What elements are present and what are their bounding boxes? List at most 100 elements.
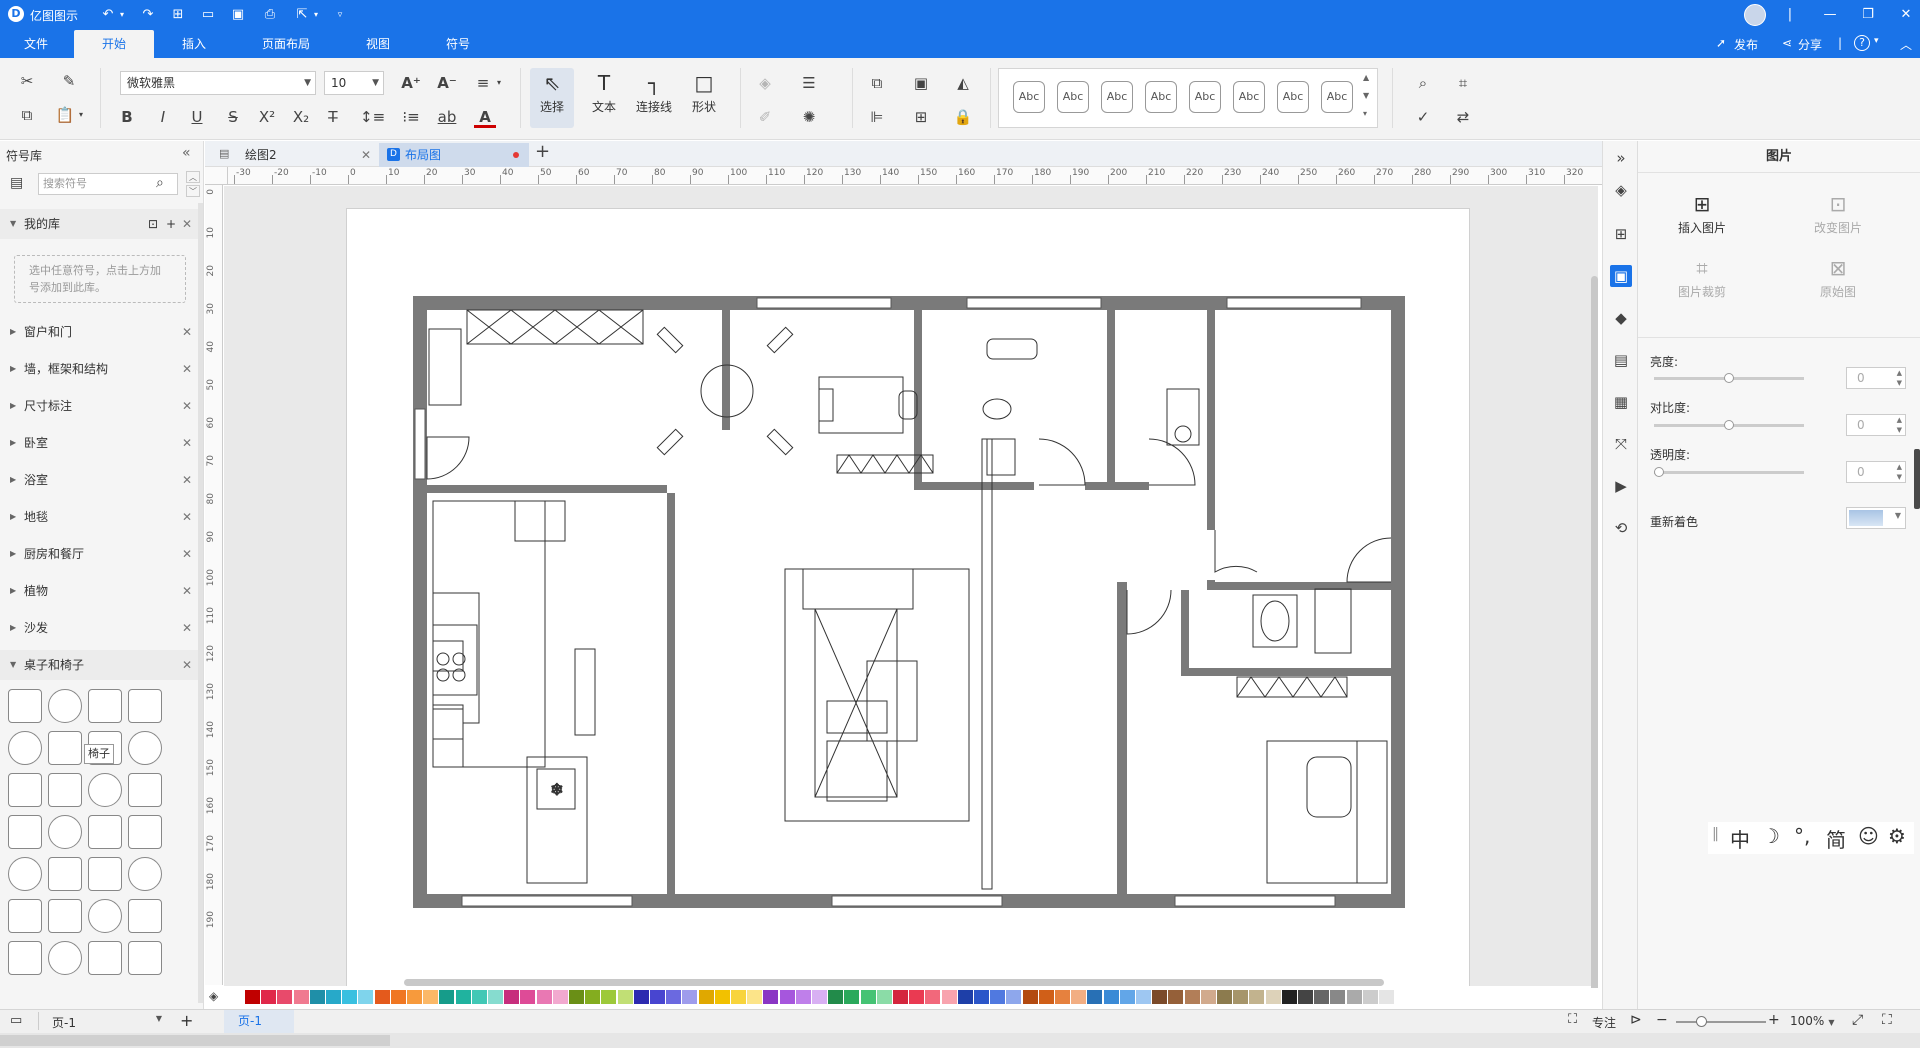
style-sample[interactable]: Abc: [1145, 81, 1177, 113]
chair-table-symbol[interactable]: [128, 773, 162, 807]
help-icon[interactable]: ?: [1854, 35, 1870, 51]
color-swatch[interactable]: [1055, 990, 1070, 1004]
tab-view[interactable]: 视图: [348, 30, 408, 58]
category-bedroom[interactable]: ▶ 卧室 ✕: [0, 428, 198, 458]
color-swatch[interactable]: [261, 990, 277, 1004]
effects-icon[interactable]: ✺: [798, 106, 820, 128]
doc-tab-layout[interactable]: D 布局图: [379, 143, 529, 167]
color-swatch[interactable]: [1136, 990, 1151, 1004]
group-icon[interactable]: ▣: [910, 72, 932, 94]
color-swatch[interactable]: [1200, 990, 1216, 1004]
shape-tool-button[interactable]: □ 形状: [682, 68, 726, 128]
color-swatch[interactable]: [1006, 990, 1022, 1004]
floor-plan-diagram[interactable]: ❄: [347, 209, 1471, 986]
tab-file[interactable]: 文件: [8, 30, 64, 58]
chair-table-symbol[interactable]: [48, 773, 82, 807]
align-dropdown-icon[interactable]: ▾: [488, 72, 510, 94]
category-tables-chairs[interactable]: ▼ 桌子和椅子 ✕: [0, 650, 198, 680]
zoom-in-icon[interactable]: +: [1768, 1012, 1780, 1028]
spinner-icon[interactable]: ▲ ▼: [1897, 415, 1902, 435]
color-swatch[interactable]: [1103, 990, 1119, 1004]
color-swatch[interactable]: [893, 990, 908, 1004]
zoom-knob[interactable]: [1696, 1016, 1707, 1027]
fullscreen-icon[interactable]: ⛶: [1882, 1012, 1892, 1028]
paste-dropdown-icon[interactable]: ▾: [70, 104, 92, 126]
page-icon[interactable]: ▤: [1610, 349, 1632, 371]
color-swatch[interactable]: [245, 990, 260, 1004]
fill-bucket-icon[interactable]: ◈: [209, 989, 218, 1003]
close-icon[interactable]: ✕: [182, 539, 192, 569]
color-swatch[interactable]: [293, 990, 309, 1004]
color-swatch[interactable]: [569, 990, 584, 1004]
image-icon[interactable]: ▣: [1610, 265, 1632, 287]
scroll-up-icon[interactable]: ︿: [186, 171, 200, 183]
gallery-up-icon[interactable]: ▲: [1363, 73, 1369, 82]
restore-icon[interactable]: ❐: [1856, 6, 1880, 24]
color-swatch[interactable]: [617, 990, 633, 1004]
gallery-more-icon[interactable]: ▾: [1363, 109, 1367, 118]
color-swatch[interactable]: [1038, 990, 1054, 1004]
search-icon[interactable]: ⌕: [156, 175, 164, 191]
color-swatch[interactable]: [1249, 990, 1265, 1004]
color-swatch[interactable]: [439, 990, 455, 1004]
style-sample[interactable]: Abc: [1233, 81, 1265, 113]
add-icon[interactable]: +: [166, 209, 176, 239]
style-sample[interactable]: Abc: [1013, 81, 1045, 113]
category-sofa[interactable]: ▶ 沙发 ✕: [0, 613, 198, 643]
share-button[interactable]: 分享: [1798, 36, 1822, 53]
focus-mode-button[interactable]: 专注: [1592, 1014, 1616, 1031]
save-icon[interactable]: ▣: [230, 7, 246, 23]
fit-icon[interactable]: ⤧: [1610, 433, 1632, 455]
chair-table-symbol[interactable]: [128, 815, 162, 849]
color-swatch[interactable]: [1071, 990, 1087, 1004]
color-swatch[interactable]: [309, 990, 325, 1004]
data-icon[interactable]: ▦: [1610, 391, 1632, 413]
chair-table-symbol[interactable]: [8, 773, 42, 807]
color-swatch[interactable]: [358, 990, 374, 1004]
color-swatch[interactable]: [779, 990, 795, 1004]
color-swatch[interactable]: [277, 990, 293, 1004]
underline-icon[interactable]: U: [186, 106, 208, 128]
color-swatch[interactable]: [747, 990, 763, 1004]
add-page-icon[interactable]: +: [180, 1011, 193, 1030]
export-dropdown-icon[interactable]: ▾: [308, 7, 324, 23]
chair-table-symbol[interactable]: [128, 941, 162, 975]
color-swatch[interactable]: [1330, 990, 1346, 1004]
color-swatch[interactable]: [828, 990, 844, 1004]
line-spacing-icon[interactable]: ↕≡: [360, 106, 385, 128]
bullet-list-icon[interactable]: ⁝≡: [400, 106, 422, 128]
add-tab-icon[interactable]: +: [535, 141, 550, 162]
publish-button[interactable]: 发布: [1734, 36, 1758, 53]
import-icon[interactable]: ⊡: [148, 209, 158, 239]
connector-tool-button[interactable]: ┐ 连接线: [632, 68, 676, 128]
my-library-header[interactable]: ▼ 我的库 ⊡ + ✕: [0, 209, 198, 239]
user-avatar[interactable]: [1744, 4, 1766, 26]
color-swatch[interactable]: [666, 990, 682, 1004]
color-swatch[interactable]: [601, 990, 617, 1004]
drawing-page[interactable]: ❄: [346, 208, 1470, 986]
spell-check-icon[interactable]: ✓: [1412, 106, 1434, 128]
subscript-icon[interactable]: X₂: [290, 106, 312, 128]
close-icon[interactable]: ✕: [182, 428, 192, 458]
history-icon[interactable]: ⟲: [1610, 517, 1632, 539]
color-swatch[interactable]: [488, 990, 503, 1004]
color-swatch[interactable]: [860, 990, 876, 1004]
page-tab-active[interactable]: 页-1: [224, 1010, 294, 1033]
color-swatch[interactable]: [633, 990, 649, 1004]
page-list-icon[interactable]: ▭: [10, 1013, 22, 1028]
brightness-input[interactable]: 0 ▲ ▼: [1846, 367, 1906, 389]
horizontal-scroll-thumb[interactable]: [404, 979, 1384, 986]
decrease-font-icon[interactable]: A⁻: [436, 72, 458, 94]
fill-style-icon[interactable]: ◈: [1610, 179, 1632, 201]
chair-table-symbol[interactable]: [88, 857, 122, 891]
close-icon[interactable]: ✕: [182, 354, 192, 384]
zoom-level-select[interactable]: 100% ▼: [1790, 1014, 1834, 1028]
redo-icon[interactable]: ↷: [140, 7, 156, 23]
collapse-panel-icon[interactable]: «: [182, 145, 191, 161]
focus-icon[interactable]: ⛶: [1568, 1012, 1577, 1027]
color-swatch[interactable]: [714, 990, 730, 1004]
library-menu-icon[interactable]: ▤: [10, 175, 23, 191]
color-swatch[interactable]: [1087, 990, 1103, 1004]
spinner-icon[interactable]: ▲ ▼: [1897, 368, 1902, 388]
color-swatch[interactable]: [1217, 990, 1232, 1004]
